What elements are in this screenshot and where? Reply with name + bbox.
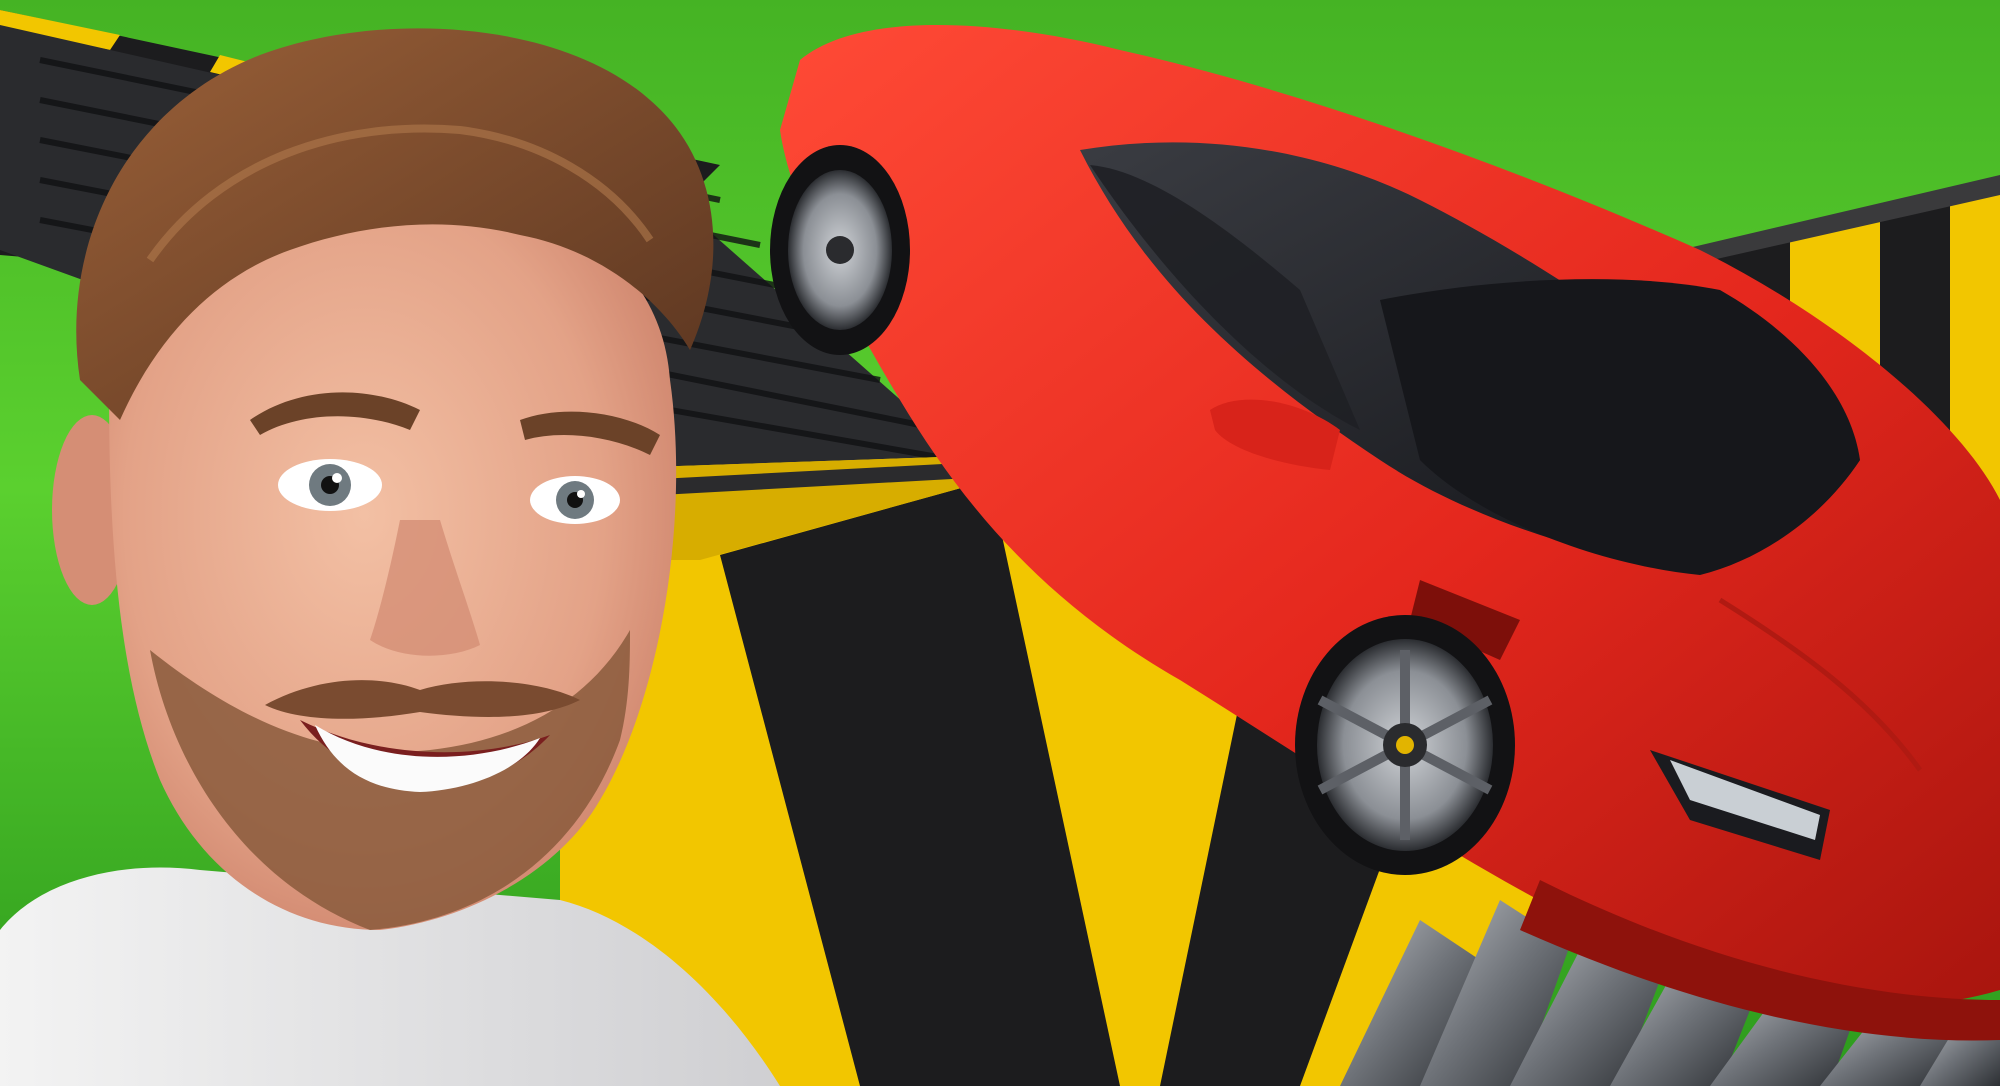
car-rear-wheel bbox=[770, 145, 910, 355]
thumbnail-scene bbox=[0, 0, 2000, 1086]
thumbnail-illustration bbox=[0, 0, 2000, 1086]
car-front-wheel bbox=[1295, 615, 1515, 875]
